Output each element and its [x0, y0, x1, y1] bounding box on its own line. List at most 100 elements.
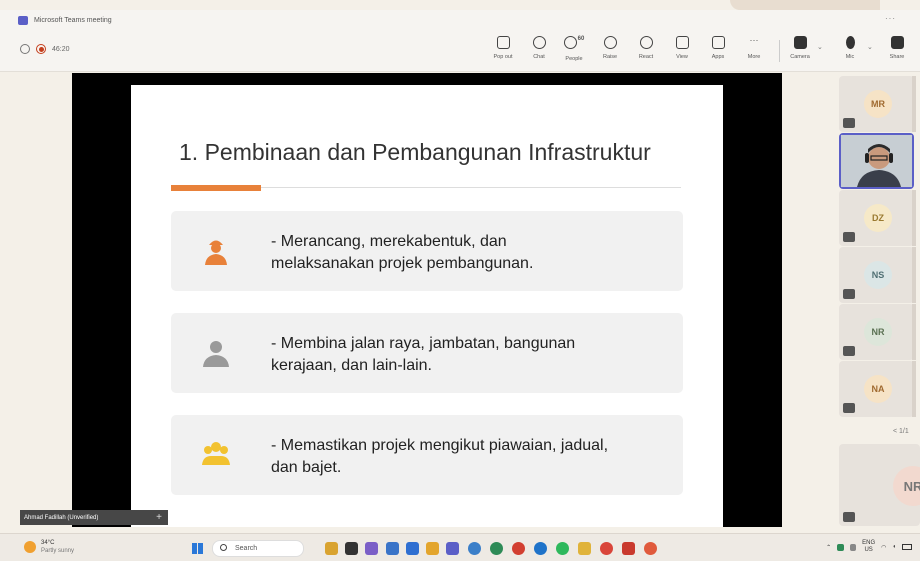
participant-tile-large[interactable]: NR [839, 444, 920, 526]
participant-tile[interactable]: NR [839, 304, 916, 360]
file-explorer-icon[interactable] [325, 542, 338, 555]
lang-top: ENG [862, 540, 876, 546]
slide-title: 1. Pembinaan dan Pembangunan Infrastrukt… [179, 139, 651, 165]
people-icon [563, 36, 577, 49]
screen: Microsoft Teams meeting ··· 46:20 Pop ou… [0, 0, 920, 561]
popout-button[interactable]: Pop out [489, 36, 517, 60]
taskbar-search[interactable]: Search [212, 540, 304, 557]
view-icon [675, 36, 689, 49]
app-icon[interactable] [600, 542, 613, 555]
popout-icon [496, 36, 510, 49]
more-label: More [747, 54, 761, 60]
app-icon[interactable] [534, 542, 547, 555]
camera-button[interactable]: Camera [786, 36, 814, 60]
item-text-line: - Memastikan projek mengikut piawaian, j… [271, 437, 609, 454]
app-icon[interactable] [365, 542, 378, 555]
weather-desc: Partly sunny [41, 548, 75, 554]
app-icon[interactable] [386, 542, 399, 555]
app-icon[interactable] [345, 542, 358, 555]
add-icon[interactable]: + [156, 512, 162, 523]
apps-button[interactable]: Apps [704, 36, 732, 60]
react-icon [639, 36, 653, 49]
teams-taskbar-icon[interactable] [446, 542, 459, 555]
participant-tile[interactable]: NS [839, 247, 916, 303]
people-label: People [565, 56, 583, 62]
avatar: NR [893, 466, 920, 506]
worker-icon [203, 341, 229, 367]
camera-label: Camera [790, 54, 810, 60]
lang-bottom: US [864, 547, 873, 553]
more-button[interactable]: ··· More [740, 35, 768, 61]
app-icon[interactable] [644, 542, 657, 555]
meeting-timer: 46:20 [52, 45, 70, 53]
apps-icon [711, 36, 725, 49]
item-text-line: kerajaan, dan lain-lain. [271, 357, 432, 374]
window-title: Microsoft Teams meeting [34, 16, 112, 24]
window-more-button[interactable]: ··· [885, 14, 896, 23]
view-button[interactable]: View [668, 36, 696, 60]
whatsapp-icon[interactable] [556, 542, 569, 555]
tile-edge [912, 247, 916, 303]
battery-icon[interactable] [902, 544, 912, 550]
mic-muted-icon [843, 232, 855, 242]
tray-app-icon[interactable] [837, 543, 845, 551]
search-placeholder: Search [235, 545, 258, 552]
windows-start-icon[interactable] [192, 543, 203, 554]
search-icon [220, 544, 227, 551]
avatar: MR [864, 90, 892, 118]
language-indicator[interactable]: ENG US [862, 540, 875, 554]
participant-tile[interactable]: MR [839, 76, 916, 132]
tile-edge [912, 76, 916, 132]
slide-item-card: - Memastikan projek mengikut piawaian, j… [171, 415, 683, 495]
slide-item-card: - Merancang, merekabentuk, dan melaksana… [171, 211, 683, 291]
powerpoint-icon[interactable] [622, 542, 635, 555]
chat-icon [532, 36, 546, 49]
wifi-icon[interactable]: ◠ [881, 544, 886, 551]
camera-off-icon [793, 36, 807, 49]
weather-widget[interactable]: 34°C Partly sunny [24, 539, 74, 555]
app-icon[interactable] [426, 542, 439, 555]
app-icon[interactable] [406, 542, 419, 555]
mic-off-icon [845, 36, 855, 49]
recording-icon [36, 44, 46, 54]
participant-tile[interactable]: DZ [839, 190, 916, 246]
tray-app-icon[interactable] [850, 543, 857, 551]
more-icon: ··· [749, 35, 759, 45]
speaker-icon[interactable]: ◖ [892, 544, 896, 550]
avatar: NR [864, 318, 892, 346]
mic-options-chevron-icon[interactable]: ⌄ [867, 43, 873, 51]
mic-muted-icon [843, 118, 855, 128]
photo-edge [730, 0, 880, 10]
raise-hand-button[interactable]: Raise [596, 36, 624, 60]
app-icon[interactable] [578, 542, 591, 555]
participant-video-tile[interactable] [839, 133, 914, 189]
apps-label: Apps [711, 54, 725, 60]
avatar: NA [864, 375, 892, 403]
presenter-name-tag: Ahmad Fadillah (Unverified) + [20, 510, 168, 525]
people-button[interactable]: 60 People [560, 36, 588, 62]
chat-button[interactable]: Chat [525, 36, 553, 60]
title-accent-bar [171, 185, 261, 191]
gallery-pager[interactable]: < 1/1 [893, 428, 909, 435]
mic-muted-icon [843, 346, 855, 356]
engineer-icon [205, 240, 227, 265]
chevron-up-icon[interactable]: ⌃ [826, 544, 831, 551]
system-tray: ⌃ ENG US ◠ ◖ [826, 540, 912, 554]
tile-edge [912, 190, 916, 246]
participant-gallery: MR DZ NS NR NA < 1/1 NR [835, 72, 920, 527]
app-icon[interactable] [468, 542, 481, 555]
item-text-line: melaksanakan projek pembangunan. [271, 255, 534, 272]
participant-tile[interactable]: NA [839, 361, 916, 417]
react-button[interactable]: React [632, 36, 660, 60]
mic-button[interactable]: Mic [836, 36, 864, 60]
popout-label: Pop out [493, 54, 513, 60]
share-icon [890, 36, 904, 49]
people-count: 60 [577, 36, 585, 42]
camera-options-chevron-icon[interactable]: ⌄ [817, 43, 823, 51]
react-label: React [638, 54, 654, 60]
chrome-icon[interactable] [512, 542, 525, 555]
app-icon[interactable] [490, 542, 503, 555]
weather-temp: 34°C [41, 540, 55, 546]
share-button[interactable]: Share [883, 36, 911, 60]
weather-sun-icon [24, 541, 36, 553]
